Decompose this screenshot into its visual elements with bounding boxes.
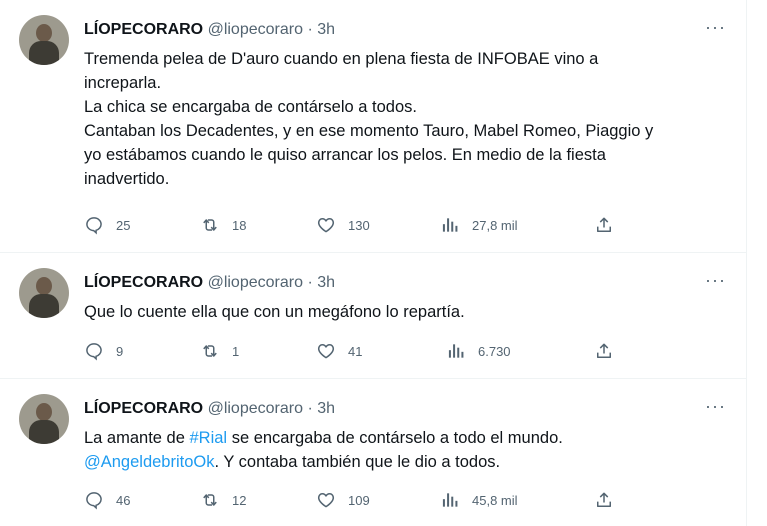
share-icon [597, 492, 611, 507]
reply-icon [86, 217, 102, 235]
like-count: 130 [348, 217, 370, 233]
reply-count: 9 [116, 343, 124, 359]
author-handle[interactable]: @liopecoraro [208, 21, 303, 38]
tweet-card[interactable]: LÍOPECORARO @liopecoraro · 3h ··· Que lo… [0, 253, 746, 379]
reply-icon [86, 492, 102, 510]
separator-dot: · [307, 274, 313, 291]
like-icon [317, 493, 335, 508]
tweet-text-line: Tremenda pelea de D'auro cuando en plena… [84, 50, 599, 68]
tweet-header: LÍOPECORARO @liopecoraro · 3h [84, 273, 335, 293]
views-count: 27,8 mil [472, 217, 518, 233]
author-name[interactable]: LÍOPECORARO [84, 400, 203, 417]
author-name[interactable]: LÍOPECORARO [84, 21, 203, 38]
share-icon [597, 343, 611, 358]
views-count: 6.730 [478, 343, 511, 359]
like-count: 41 [348, 343, 363, 359]
tweet-text-line: inadvertido. [84, 170, 170, 188]
text-segment: se encargaba de contárselo a todo el mun… [227, 429, 563, 447]
like-count: 109 [348, 492, 370, 508]
avatar[interactable] [19, 268, 69, 318]
views-count: 45,8 mil [472, 492, 518, 508]
views-icon [442, 493, 458, 507]
tweet-text-line: Que lo cuente ella que con un megáfono l… [84, 303, 465, 321]
more-icon[interactable]: ··· [705, 396, 726, 416]
tweet-text: La amante de #Rial se encargaba de contá… [84, 426, 734, 474]
author-handle[interactable]: @liopecoraro [208, 400, 303, 417]
retweet-button[interactable]: 18 [200, 214, 246, 236]
tweet-header: LÍOPECORARO @liopecoraro · 3h [84, 399, 335, 419]
tweet-text-line: @AngeldebritoOk. Y contaba también que l… [84, 450, 734, 474]
reply-button[interactable]: 46 [84, 489, 130, 511]
retweet-button[interactable]: 1 [200, 340, 239, 362]
views-button[interactable]: 6.730 [446, 340, 511, 362]
retweet-icon [203, 345, 217, 357]
like-button[interactable]: 109 [316, 489, 370, 511]
retweet-count: 12 [232, 492, 247, 508]
tweet-card[interactable]: LÍOPECORARO @liopecoraro · 3h ··· La ama… [0, 379, 746, 526]
views-icon [448, 344, 464, 358]
retweet-icon [203, 494, 217, 506]
share-button[interactable] [594, 214, 614, 236]
reply-button[interactable]: 25 [84, 214, 130, 236]
more-icon[interactable]: ··· [705, 270, 726, 290]
action-bar: 25 18 130 27,8 mil [84, 214, 624, 236]
like-icon [317, 344, 335, 359]
share-button[interactable] [594, 489, 614, 511]
retweet-count: 18 [232, 217, 247, 233]
more-icon[interactable]: ··· [705, 17, 726, 37]
reply-icon [86, 343, 102, 361]
tweet-header: LÍOPECORARO @liopecoraro · 3h [84, 20, 335, 40]
avatar[interactable] [19, 15, 69, 65]
separator-dot: · [307, 400, 313, 417]
reply-count: 25 [116, 217, 131, 233]
tweet-text-line: La chica se encargaba de contárselo a to… [84, 98, 417, 116]
timestamp[interactable]: 3h [317, 400, 335, 417]
tweet-text: Que lo cuente ella que con un megáfono l… [84, 300, 734, 324]
like-icon [317, 218, 335, 233]
views-button[interactable]: 27,8 mil [440, 214, 518, 236]
text-segment: . Y contaba también que le dio a todos. [214, 453, 501, 471]
text-segment: La amante de [84, 429, 190, 447]
retweet-icon [203, 219, 217, 231]
timestamp[interactable]: 3h [317, 21, 335, 38]
author-name[interactable]: LÍOPECORARO [84, 274, 203, 291]
share-button[interactable] [594, 340, 614, 362]
tweet-card[interactable]: LÍOPECORARO @liopecoraro · 3h ··· Tremen… [0, 0, 746, 253]
reply-count: 46 [116, 492, 131, 508]
tweet-feed: LÍOPECORARO @liopecoraro · 3h ··· Tremen… [0, 0, 747, 526]
hashtag-link[interactable]: #Rial [190, 429, 228, 447]
tweet-text: Tremenda pelea de D'auro cuando en plena… [84, 47, 734, 191]
action-bar: 46 12 109 45,8 mil [84, 489, 624, 511]
avatar[interactable] [19, 394, 69, 444]
timestamp[interactable]: 3h [317, 274, 335, 291]
mention-link[interactable]: @AngeldebritoOk [84, 453, 215, 471]
tweet-text-line: increparla. [84, 74, 162, 92]
tweet-text-line: La amante de #Rial se encargaba de contá… [84, 426, 734, 450]
author-handle[interactable]: @liopecoraro [208, 274, 303, 291]
tweet-text-line: Cantaban los Decadentes, y en ese moment… [84, 122, 654, 140]
separator-dot: · [307, 21, 313, 38]
retweet-count: 1 [232, 343, 240, 359]
share-icon [597, 217, 611, 232]
views-icon [442, 218, 458, 232]
action-bar: 9 1 41 6.730 [84, 340, 624, 362]
tweet-text-line: yo estábamos cuando le quiso arrancar lo… [84, 146, 606, 164]
like-button[interactable]: 130 [316, 214, 370, 236]
retweet-button[interactable]: 12 [200, 489, 246, 511]
views-button[interactable]: 45,8 mil [440, 489, 518, 511]
like-button[interactable]: 41 [316, 340, 362, 362]
reply-button[interactable]: 9 [84, 340, 123, 362]
